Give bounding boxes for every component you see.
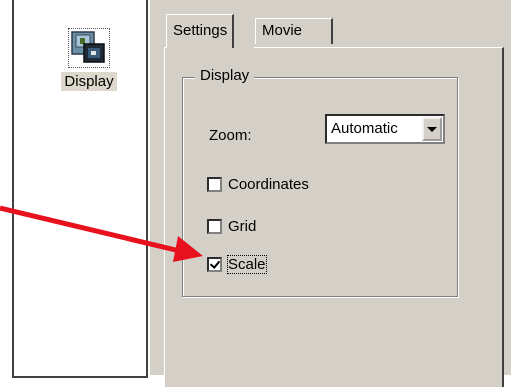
tab-movie[interactable]: Movie bbox=[255, 18, 333, 44]
grid-label[interactable]: Grid bbox=[228, 218, 256, 235]
display-settings-icon bbox=[68, 28, 110, 68]
tab-settings[interactable]: Settings bbox=[166, 14, 235, 48]
grid-option[interactable]: Grid bbox=[207, 218, 256, 235]
zoom-dropdown[interactable]: Automatic bbox=[325, 114, 445, 144]
display-groupbox: Display Zoom: Automatic Coordinates Grid… bbox=[182, 67, 458, 297]
coordinates-option[interactable]: Coordinates bbox=[207, 176, 309, 193]
scale-label[interactable]: Scale bbox=[227, 255, 267, 274]
category-list[interactable]: Display bbox=[12, 0, 148, 378]
coordinates-label[interactable]: Coordinates bbox=[228, 176, 309, 193]
dropdown-arrow-icon[interactable] bbox=[422, 117, 442, 141]
settings-area: Settings Movie Display Zoom: Automatic C… bbox=[150, 0, 511, 387]
scale-option[interactable]: Scale bbox=[207, 255, 267, 274]
scale-checkbox[interactable] bbox=[207, 257, 222, 272]
groupbox-legend: Display bbox=[195, 67, 255, 84]
category-item-display[interactable]: Display bbox=[54, 28, 124, 91]
coordinates-checkbox[interactable] bbox=[207, 177, 222, 192]
grid-checkbox[interactable] bbox=[207, 219, 222, 234]
settings-tab-page: Display Zoom: Automatic Coordinates Grid… bbox=[164, 47, 504, 387]
zoom-label: Zoom: bbox=[209, 127, 252, 144]
category-label: Display bbox=[61, 72, 117, 91]
zoom-value: Automatic bbox=[331, 120, 398, 137]
